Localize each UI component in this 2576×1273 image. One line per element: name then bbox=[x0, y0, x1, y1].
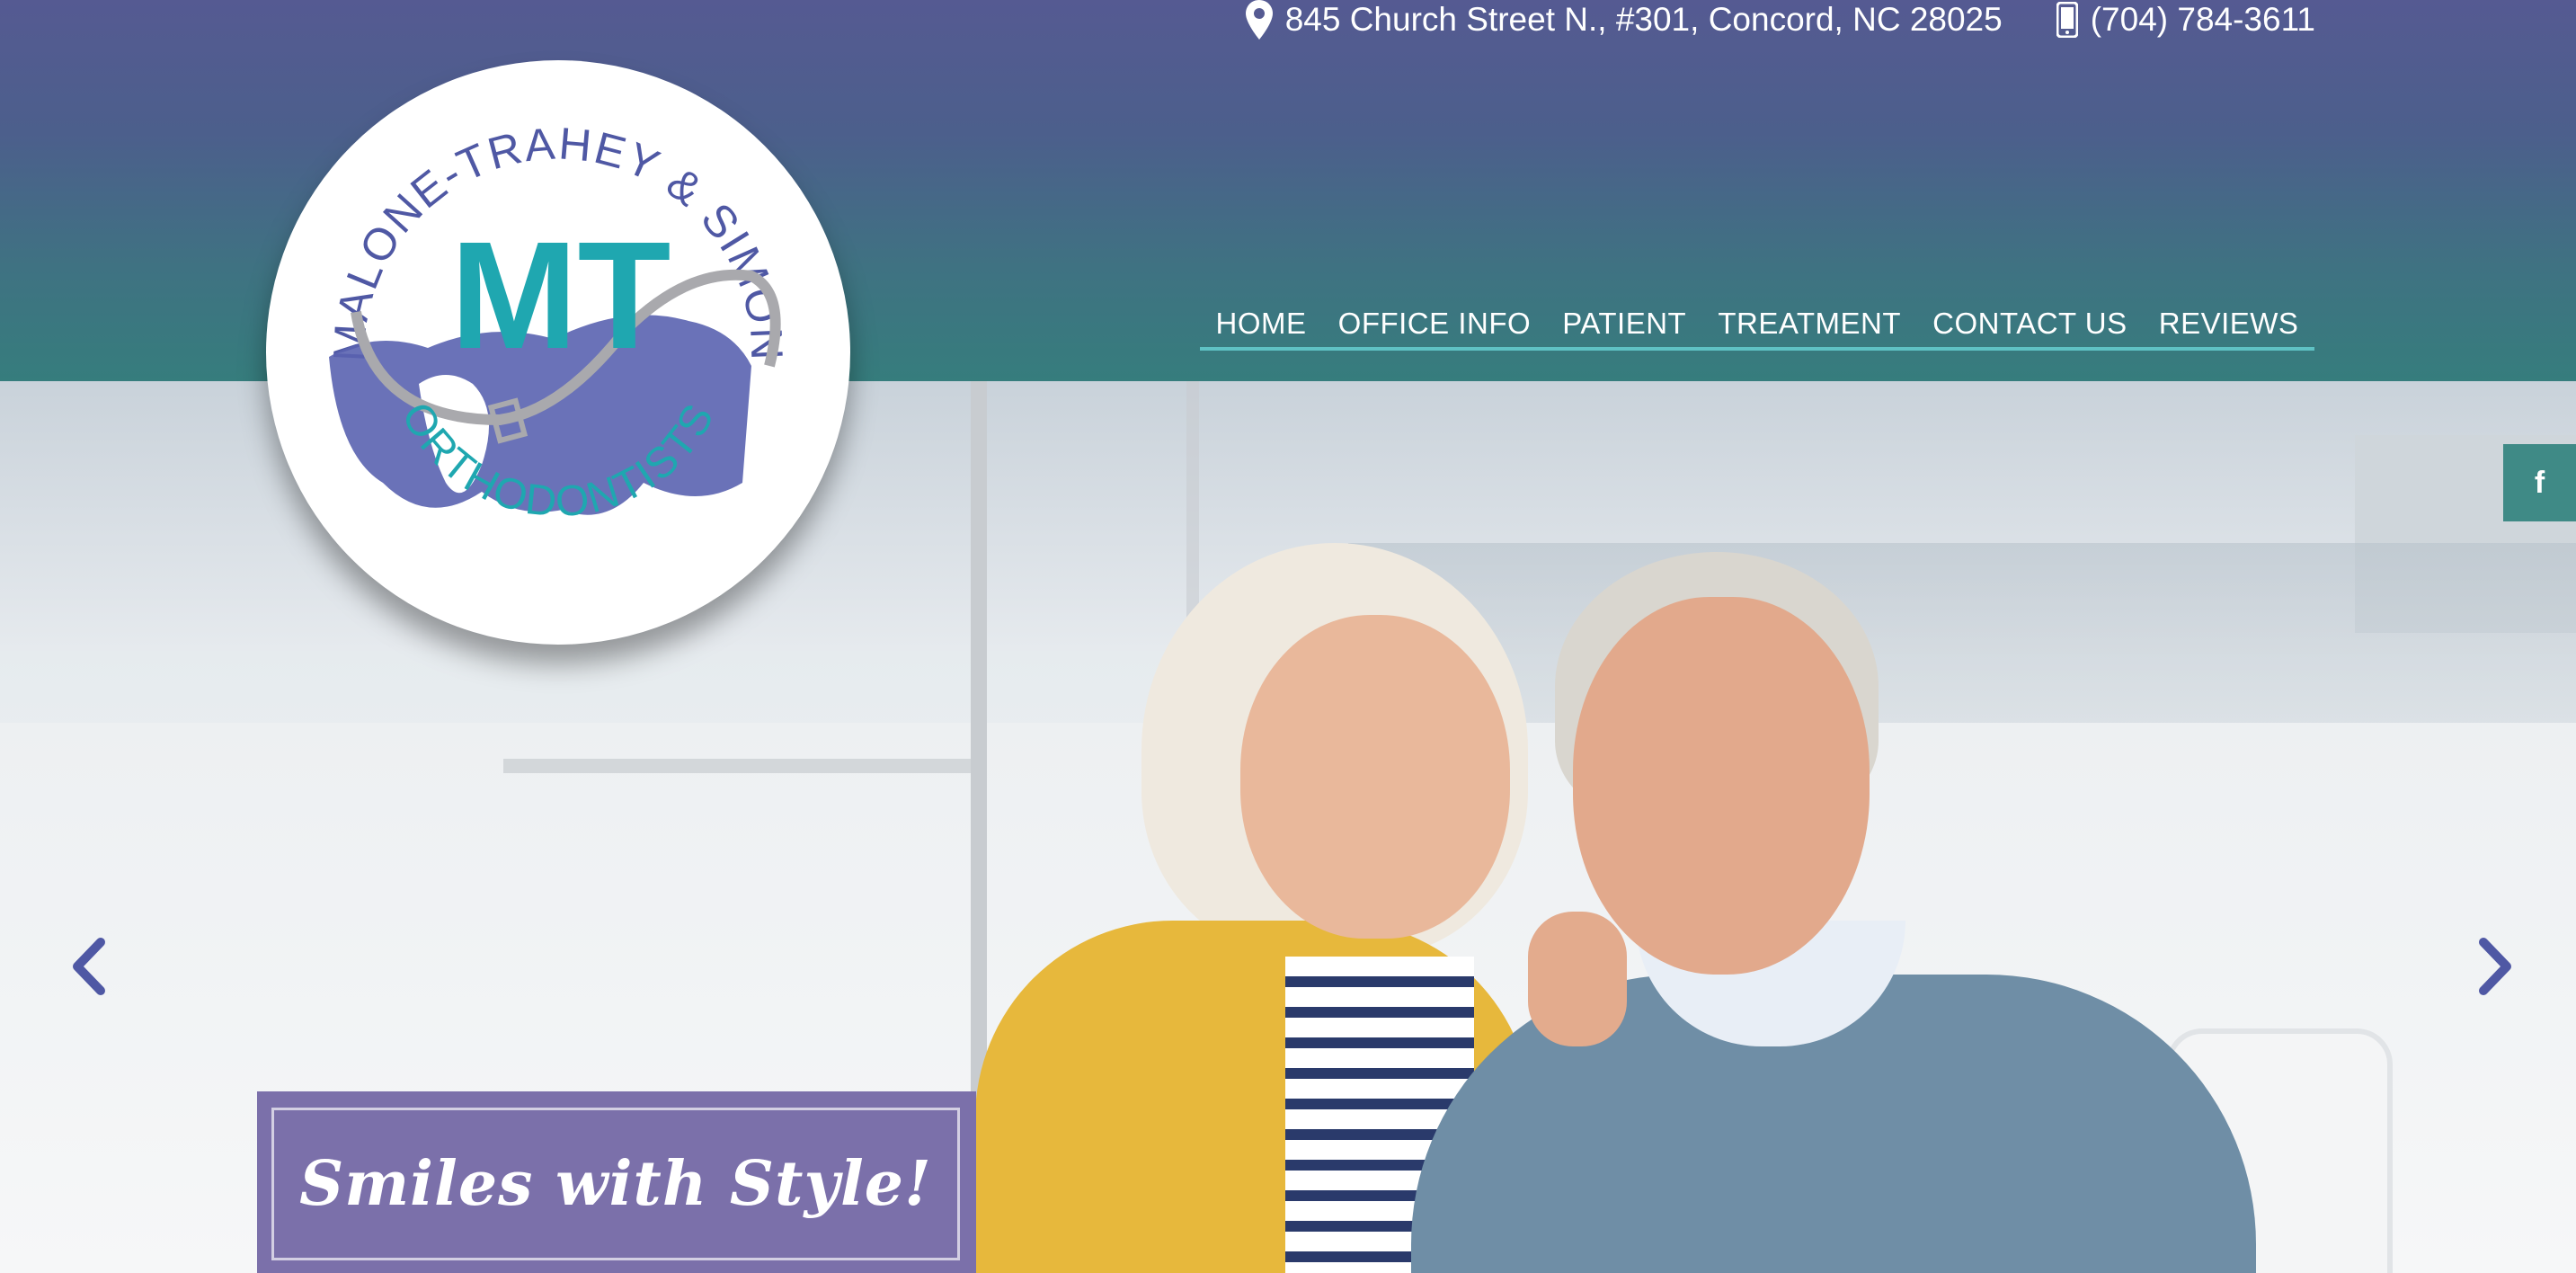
address-text: 845 Church Street N., #301, Concord, NC … bbox=[1284, 1, 2003, 38]
facebook-icon: f bbox=[2534, 465, 2545, 500]
woman-face bbox=[1240, 615, 1510, 939]
nav-item-home[interactable]: HOME bbox=[1216, 307, 1307, 341]
nav-underline bbox=[1200, 347, 2314, 351]
phone-text: (704) 784-3611 bbox=[2090, 1, 2315, 38]
logo-letters: MT bbox=[450, 210, 671, 381]
hero-tagline-box: Smiles with Style! bbox=[257, 1091, 976, 1273]
nav-item-reviews[interactable]: REVIEWS bbox=[2159, 307, 2299, 341]
boat-rail bbox=[503, 759, 971, 773]
hero-tagline-frame: Smiles with Style! bbox=[271, 1108, 960, 1260]
address-item[interactable]: 845 Church Street N., #301, Concord, NC … bbox=[1245, 0, 2003, 40]
hero-tagline: Smiles with Style! bbox=[299, 1148, 932, 1220]
contact-bar: 845 Church Street N., #301, Concord, NC … bbox=[1245, 0, 2315, 40]
woman-hand bbox=[1528, 912, 1627, 1046]
slider-prev-button[interactable] bbox=[63, 935, 117, 998]
map-pin-icon bbox=[1245, 0, 1273, 40]
nav-item-contact-us[interactable]: CONTACT US bbox=[1932, 307, 2127, 341]
chevron-left-icon bbox=[73, 938, 105, 995]
nav-item-office-info[interactable]: OFFICE INFO bbox=[1338, 307, 1532, 341]
slider-next-button[interactable] bbox=[2467, 935, 2521, 998]
facebook-link[interactable]: f bbox=[2503, 444, 2576, 521]
man-face bbox=[1573, 597, 1870, 975]
practice-logo[interactable]: MALONE-TRAHEY & SIMON MT ORTHODONTISTS bbox=[266, 60, 850, 645]
mobile-phone-icon bbox=[2056, 2, 2078, 38]
main-nav: HOME OFFICE INFO PATIENT TREATMENT CONTA… bbox=[1200, 297, 2314, 351]
hero-marina bbox=[1348, 543, 2576, 750]
nav-item-treatment[interactable]: TREATMENT bbox=[1718, 307, 1901, 341]
chevron-right-icon bbox=[2479, 938, 2511, 995]
nav-item-patient[interactable]: PATIENT bbox=[1562, 307, 1686, 341]
phone-item[interactable]: (704) 784-3611 bbox=[2056, 1, 2315, 39]
